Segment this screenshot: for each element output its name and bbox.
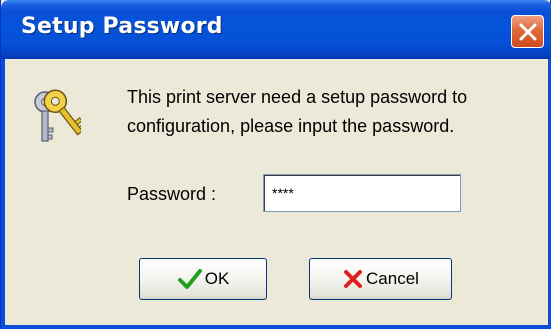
setup-password-dialog: Setup Password This print server need a … xyxy=(0,0,551,329)
password-field[interactable] xyxy=(263,174,461,212)
ok-button-label: OK xyxy=(204,269,230,288)
cancel-button-label: Cancel xyxy=(366,269,419,288)
window-frame-bottom xyxy=(1,325,551,329)
close-button[interactable] xyxy=(511,15,544,48)
instruction-message: This print server need a setup password … xyxy=(127,87,468,136)
password-label: Password : xyxy=(127,184,217,204)
keys-icon xyxy=(34,89,81,142)
title-bar[interactable]: Setup Password xyxy=(1,0,551,59)
window-frame-left xyxy=(1,59,5,329)
ok-button[interactable]: OK xyxy=(139,258,267,300)
x-mark-icon xyxy=(344,270,363,288)
window-title: Setup Password xyxy=(21,14,223,39)
checkmark-icon xyxy=(177,269,202,289)
close-icon xyxy=(519,23,537,41)
cancel-button[interactable]: Cancel xyxy=(309,258,452,300)
